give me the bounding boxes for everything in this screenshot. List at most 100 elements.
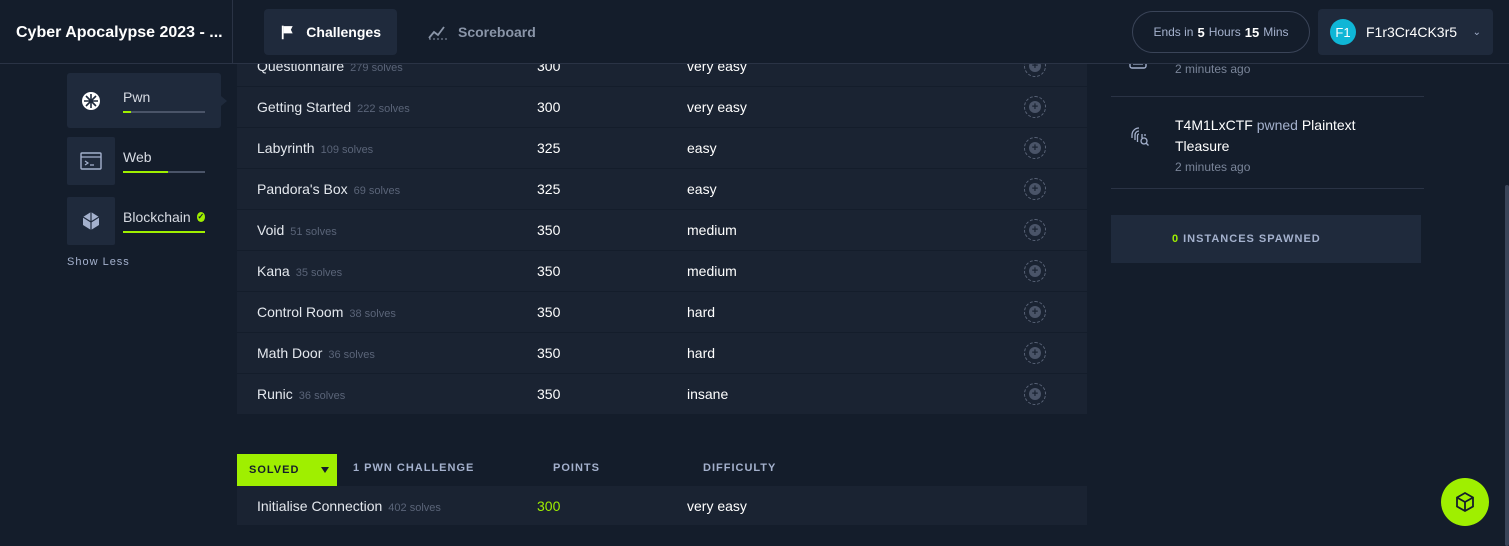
sidebar-item-blockchain[interactable]: Blockchain ✓ xyxy=(67,193,221,248)
pwn-icon xyxy=(67,77,115,125)
challenge-solves: 38 solves xyxy=(349,308,396,320)
challenge-difficulty: very easy xyxy=(687,99,747,115)
challenge-points: 350 xyxy=(537,386,561,402)
challenge-name: Runic xyxy=(257,386,293,402)
divider xyxy=(1111,188,1424,189)
add-circle-icon[interactable]: + xyxy=(1024,260,1046,282)
challenge-points: 300 xyxy=(537,99,561,115)
caret-down-icon xyxy=(321,467,329,473)
activity-time: 2 minutes ago xyxy=(1175,62,1251,76)
chevron-down-icon: ⌄ xyxy=(1472,26,1481,38)
solved-filter-label: SOLVED xyxy=(249,464,300,476)
challenge-solves: 402 solves xyxy=(388,501,441,514)
add-circle-icon[interactable]: + xyxy=(1024,383,1046,405)
divider xyxy=(232,0,233,64)
challenge-name: Control Room xyxy=(257,304,344,320)
sidebar-item-web[interactable]: Web xyxy=(67,133,221,188)
challenge-row[interactable]: Runic 36 solves 350 insane + xyxy=(237,374,1087,415)
sidebar-item-label: Blockchain xyxy=(123,208,191,225)
add-circle-icon[interactable]: + xyxy=(1024,137,1046,159)
scoreboard-tab-label: Scoreboard xyxy=(458,24,536,40)
challenge-difficulty: very easy xyxy=(687,497,747,514)
show-less-link[interactable]: Show Less xyxy=(67,256,130,268)
challenge-row[interactable]: Void 51 solves 350 medium + xyxy=(237,210,1087,251)
challenge-solves: 222 solves xyxy=(357,103,410,115)
active-indicator xyxy=(221,96,227,106)
cube-icon xyxy=(1456,491,1474,513)
challenge-difficulty: hard xyxy=(687,345,716,361)
challenge-name: Pandora's Box xyxy=(257,181,348,197)
challenge-difficulty: hard xyxy=(687,304,716,320)
challenge-name: Void xyxy=(257,222,285,238)
add-circle-icon[interactable]: + xyxy=(1024,96,1046,118)
challenge-difficulty: easy xyxy=(687,181,717,197)
chart-line-icon xyxy=(428,26,447,40)
challenge-difficulty: medium xyxy=(687,222,737,238)
event-title[interactable]: Cyber Apocalypse 2023 - ... xyxy=(16,24,223,42)
divider xyxy=(1111,96,1424,97)
challenge-solves: 36 solves xyxy=(298,390,346,402)
top-bar: Cyber Apocalypse 2023 - ... Challenges S… xyxy=(0,0,1509,64)
timer-prefix: Ends in xyxy=(1153,25,1194,39)
challenge-name: Kana xyxy=(257,263,290,279)
solved-list: Initialise Connection 402 solves 300 very… xyxy=(237,486,1087,526)
progress-bar xyxy=(123,170,205,173)
challenge-points: 325 xyxy=(537,140,561,156)
challenge-points: 350 xyxy=(537,263,561,279)
solved-count-header: 1 PWN CHALLENGE xyxy=(353,462,475,474)
challenges-tab[interactable]: Challenges xyxy=(264,9,397,55)
avatar: F1 xyxy=(1330,19,1356,45)
challenge-row[interactable]: Pandora's Box 69 solves 325 easy + xyxy=(237,169,1087,210)
sidebar-item-pwn[interactable]: Pwn xyxy=(67,73,227,128)
challenge-solves: 36 solves xyxy=(328,349,375,361)
challenge-difficulty: easy xyxy=(687,140,717,156)
sidebar-item-label: Web xyxy=(123,148,152,165)
terminal-window-icon xyxy=(67,136,115,185)
challenge-solves: 69 solves xyxy=(353,185,401,197)
challenge-row[interactable]: Control Room 38 solves 350 hard + xyxy=(237,292,1087,333)
add-circle-icon[interactable]: + xyxy=(1024,178,1046,200)
challenge-name: Math Door xyxy=(257,345,323,361)
challenge-name: Labyrinth xyxy=(257,140,315,156)
check-icon: ✓ xyxy=(196,211,205,222)
cube-action-button[interactable] xyxy=(1441,478,1489,526)
challenge-solves: 109 solves xyxy=(320,144,374,156)
fingerprint-icon xyxy=(1128,125,1150,152)
scrollbar[interactable] xyxy=(1505,185,1509,546)
challenge-row[interactable]: Kana 35 solves 350 medium + xyxy=(237,251,1087,292)
blockchain-icon xyxy=(67,196,115,245)
add-circle-icon[interactable]: + xyxy=(1024,301,1046,323)
instances-count: 0 xyxy=(1172,233,1180,245)
solved-row[interactable]: Initialise Connection 402 solves 300 very… xyxy=(237,486,1087,526)
difficulty-header: DIFFICULTY xyxy=(703,462,777,474)
event-timer: Ends in 5 Hours 15 Mins xyxy=(1132,11,1310,53)
challenge-table: Questionnaire 279 solves 300 very easy + Gett… xyxy=(237,46,1087,415)
challenge-difficulty: medium xyxy=(687,263,737,279)
sidebar-item-label: Pwn xyxy=(123,88,151,105)
challenge-difficulty: insane xyxy=(687,386,729,402)
challenge-row[interactable]: Math Door 36 solves 350 hard + xyxy=(237,333,1087,374)
instances-spawned: 0 INSTANCES SPAWNED xyxy=(1111,215,1421,263)
user-menu-button[interactable]: F1 F1r3Cr4CK3r5 ⌄ xyxy=(1318,9,1493,55)
activity-action: pwned xyxy=(1256,117,1298,133)
progress-bar xyxy=(123,110,205,113)
challenge-solves: 35 solves xyxy=(295,267,343,279)
challenge-row[interactable]: Labyrinth 109 solves 325 easy + xyxy=(237,128,1087,169)
instances-label: INSTANCES SPAWNED xyxy=(1183,233,1321,245)
solved-filter-dropdown[interactable]: SOLVED xyxy=(237,454,337,486)
timer-hours-label: Hours xyxy=(1208,25,1241,39)
scoreboard-tab[interactable]: Scoreboard xyxy=(412,9,552,55)
add-circle-icon[interactable]: + xyxy=(1024,342,1046,364)
challenge-points: 325 xyxy=(537,181,561,197)
timer-mins: 15 xyxy=(1244,24,1260,40)
challenge-points: 350 xyxy=(537,304,561,320)
challenge-name: Initialise Connection xyxy=(257,497,383,514)
challenge-points: 350 xyxy=(537,345,561,361)
sidebar-item-label-row: Blockchain ✓ xyxy=(123,209,205,225)
challenge-name: Getting Started xyxy=(257,99,352,115)
activity-user[interactable]: T4M1LxCTF xyxy=(1175,117,1253,133)
activity-time: 2 minutes ago xyxy=(1175,160,1251,174)
challenges-tab-label: Challenges xyxy=(306,24,381,40)
add-circle-icon[interactable]: + xyxy=(1024,219,1046,241)
challenge-row[interactable]: Getting Started 222 solves 300 very easy + xyxy=(237,87,1087,128)
